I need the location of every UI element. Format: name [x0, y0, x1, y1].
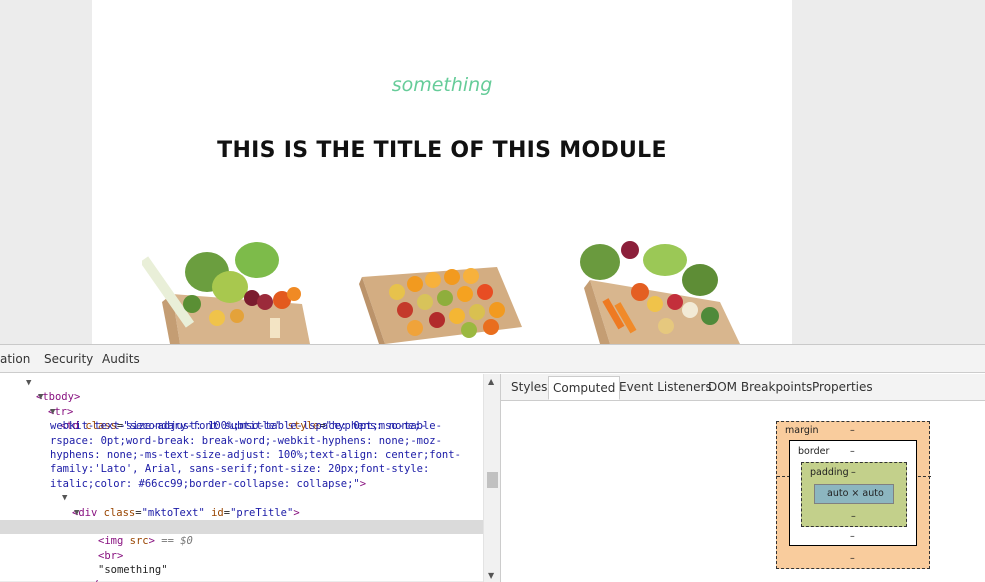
margin-label: margin: [785, 425, 819, 436]
tree-node-td-cont: rspace: 0pt;word-break: break-word;-webk…: [0, 434, 483, 448]
module-subtitle: something: [391, 74, 493, 96]
tree-node-td-cont: hyphens: none;-ms-text-size-adjust: 100%…: [0, 448, 483, 462]
attr-value: family:'Lato', Arial, sans-serif;font-si…: [50, 463, 430, 476]
tab-computed[interactable]: Computed: [548, 376, 621, 400]
fruit-box-image: [359, 267, 522, 344]
attr-value: webkit-text-size-adjust: 100%;mso-table-…: [50, 420, 442, 433]
padding-top-value[interactable]: –: [851, 467, 856, 478]
margin-bottom-value[interactable]: –: [850, 553, 855, 564]
box-model-margin[interactable]: margin – – border – – padding – – auto ×…: [776, 421, 931, 569]
tree-node-div[interactable]: ▼ <div class="mktoText" id="preTitle">: [0, 491, 483, 518]
padding-label: padding: [810, 467, 849, 478]
border-label: border: [798, 446, 830, 457]
tree-node-p-close[interactable]: </p>: [0, 563, 483, 582]
box-model-content[interactable]: auto × auto: [814, 484, 894, 504]
devtools-tab-bar: ation Security Audits: [0, 345, 985, 373]
tree-node-td-cont: italic;color: #66cc99;border-collapse: c…: [50, 477, 367, 490]
tab-security[interactable]: Security: [44, 352, 93, 366]
attr-value: hyphens: none;-ms-text-size-adjust: 100%…: [50, 449, 461, 461]
attr-value: italic;color: #66cc99;border-collapse: c…: [50, 477, 360, 490]
tree-node-td-cont: webkit-text-size-adjust: 100%;mso-table-…: [0, 419, 483, 433]
attr-value: rspace: 0pt;word-break: break-word;-webk…: [50, 434, 442, 447]
tab-properties[interactable]: Properties: [812, 380, 873, 394]
tree-node-text[interactable]: "something": [0, 549, 483, 576]
collapse-triangle-icon[interactable]: ▼: [38, 390, 43, 404]
collapse-triangle-icon[interactable]: ▼: [26, 376, 31, 390]
tag-name: /p: [92, 579, 105, 582]
elements-tree[interactable]: ▼ <tbody> ▼ <tr> ▼ <td class="secondary-fon…: [0, 374, 483, 582]
devtools-panel: ation Security Audits ▼ <tbody> ▼ <tr> ▼ <t…: [0, 344, 985, 582]
box-model-padding[interactable]: padding – – auto × auto: [801, 462, 907, 527]
vegetable-box-image: [142, 242, 310, 344]
scroll-down-arrow-icon[interactable]: ▼: [488, 571, 494, 580]
sidebar-tab-bar: Styles Computed Event Listeners DOM Brea…: [501, 374, 985, 401]
tab-audits[interactable]: Audits: [102, 352, 140, 366]
tree-node-img-selected[interactable]: <img src> == $0: [0, 520, 483, 547]
tree-node-td-cont: family:'Lato', Arial, sans-serif;font-si…: [0, 462, 483, 476]
collapse-triangle-icon[interactable]: ▼: [62, 491, 67, 505]
box-model-border[interactable]: border – – padding – – auto × auto: [789, 440, 917, 546]
scrollbar-thumb[interactable]: [487, 472, 498, 488]
collapse-triangle-icon[interactable]: ▼: [74, 506, 79, 520]
email-module: something THIS IS THE TITLE OF THIS MODU…: [92, 0, 792, 344]
tree-node-td[interactable]: ▼ <td class="secondary-font subtitle" sty…: [0, 405, 483, 432]
tree-node-tr[interactable]: ▼ <tr>: [0, 390, 483, 417]
page-viewport: something THIS IS THE TITLE OF THIS MODU…: [0, 0, 985, 344]
margin-top-value[interactable]: –: [850, 425, 855, 436]
mixed-produce-box-image: [580, 241, 740, 344]
tab-styles[interactable]: Styles: [511, 380, 547, 394]
module-title: THIS IS THE TITLE OF THIS MODULE: [217, 138, 667, 163]
border-bottom-value[interactable]: –: [850, 531, 855, 542]
tree-node-tbody[interactable]: ▼ <tbody>: [0, 376, 483, 403]
tab-event-listeners[interactable]: Event Listeners: [619, 380, 712, 394]
collapse-triangle-icon[interactable]: ▼: [50, 405, 55, 419]
styles-sidebar: Styles Computed Event Listeners DOM Brea…: [500, 374, 985, 582]
tab-application[interactable]: ation: [0, 352, 30, 366]
padding-bottom-value[interactable]: –: [851, 511, 856, 522]
elements-scrollbar[interactable]: ▲ ▼: [483, 374, 500, 582]
tab-dom-breakpoints[interactable]: DOM Breakpoints: [708, 380, 812, 394]
tree-node-br[interactable]: <br>: [0, 534, 483, 562]
scroll-up-arrow-icon[interactable]: ▲: [488, 377, 494, 386]
tree-node-p[interactable]: ▼<p>: [0, 506, 483, 533]
border-top-value[interactable]: –: [850, 446, 855, 457]
content-size[interactable]: auto × auto: [827, 488, 884, 499]
